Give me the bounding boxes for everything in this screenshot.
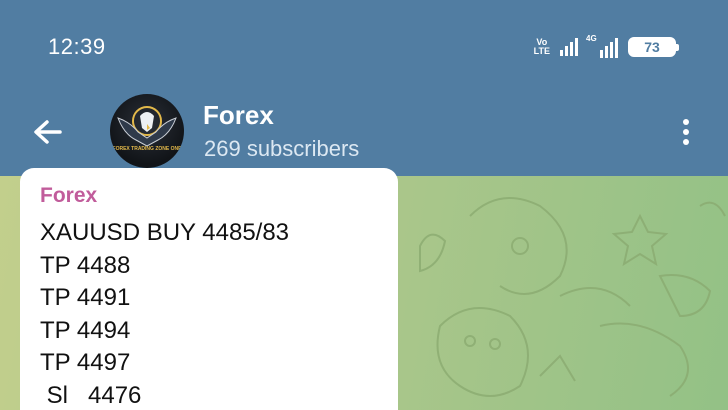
message-line: TP 4491	[40, 284, 131, 311]
back-arrow-icon	[34, 120, 62, 144]
eagle-logo-icon	[117, 106, 177, 147]
subscriber-count: 269 subscribers	[204, 136, 360, 161]
avatar-logo-text: FOREX TRADING ZONE ONE	[112, 146, 182, 152]
message-line: TP 4488	[40, 251, 131, 279]
network-type-label: 4G	[586, 34, 597, 43]
channel-header: FOREX TRADING ZONE ONE Forex 269 subscri…	[0, 92, 728, 176]
message-author[interactable]: Forex	[40, 184, 97, 208]
mobile-data-icon: 4G	[586, 34, 618, 58]
channel-title[interactable]: Forex	[203, 100, 274, 131]
more-options-button[interactable]	[674, 114, 698, 150]
channel-avatar[interactable]: FOREX TRADING ZONE ONE	[110, 94, 184, 168]
back-button[interactable]	[30, 114, 66, 150]
battery-icon: 73	[628, 37, 679, 57]
message-line: Sl 4476	[40, 381, 142, 409]
message-bubble[interactable]: Forex XAUUSD BUY 4485/83 TP 4488 TP 4491…	[20, 168, 398, 410]
message-text: XAUUSD BUY 4485/83 TP 4488 TP 4491 TP 44…	[40, 217, 289, 410]
message-line: TP 4494	[40, 316, 131, 344]
message-line: XAUUSD BUY 4485/83	[40, 219, 290, 246]
volte-icon: Vo LTE	[533, 37, 550, 56]
status-bar: 12:39 Vo LTE 4G 73	[0, 0, 728, 92]
message-line: TP 4497	[40, 349, 131, 376]
status-icons: Vo LTE 4G 73	[533, 34, 679, 58]
more-vertical-icon	[683, 119, 689, 145]
signal-icon	[560, 38, 578, 56]
status-time: 12:39	[48, 34, 106, 59]
